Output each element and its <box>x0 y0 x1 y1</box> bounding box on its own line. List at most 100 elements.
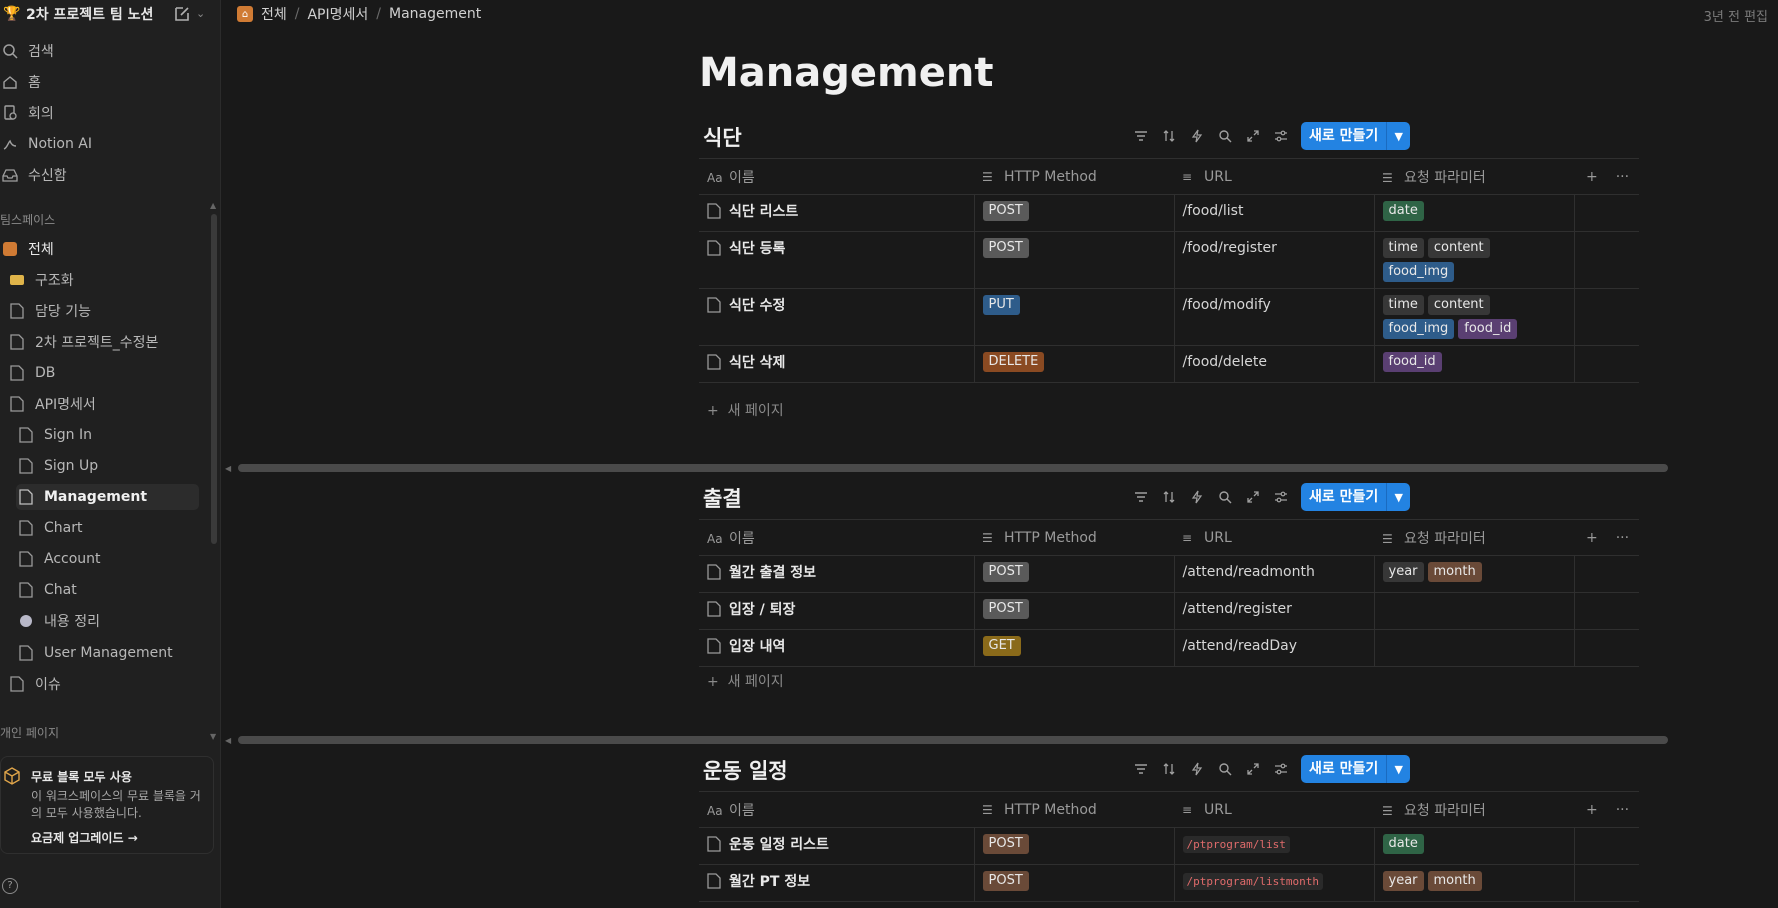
add-property-icon[interactable]: + <box>1586 169 1598 185</box>
param-tag[interactable]: food_img <box>1382 319 1455 339</box>
more-options-icon[interactable]: ··· <box>1616 530 1629 546</box>
cell-url[interactable]: /attend/register <box>1174 592 1375 630</box>
settings-icon[interactable] <box>1267 483 1295 511</box>
breadcrumb-root[interactable]: 전체 <box>261 4 287 24</box>
param-tag[interactable]: date <box>1382 201 1424 221</box>
row-title[interactable]: 식단 리스트 <box>707 201 966 221</box>
row-title[interactable]: 입장 내역 <box>707 636 966 656</box>
expand-icon[interactable] <box>1239 483 1267 511</box>
cell-method[interactable]: GET <box>974 629 1175 667</box>
database-title[interactable]: 출결 <box>703 483 742 513</box>
cell-url[interactable]: /ptprogram/listmonth <box>1174 864 1375 902</box>
column-header-params[interactable]: ☰ 요청 파라미터 <box>1374 158 1574 195</box>
table-row[interactable]: 운동 일정 리스트 POST/ptprogram/list date <box>699 827 1639 865</box>
cell-name[interactable]: 운동 일정 리스트 <box>699 827 975 865</box>
column-header-url[interactable]: ≡ URL <box>1174 158 1374 195</box>
cell-method[interactable]: POST <box>974 864 1175 902</box>
cell-params[interactable]: date <box>1374 194 1575 232</box>
column-header-method[interactable]: ☰ HTTP Method <box>974 791 1174 828</box>
row-title[interactable]: 식단 삭제 <box>707 352 966 372</box>
param-tag[interactable]: year <box>1382 562 1424 582</box>
sidebar-item-features[interactable]: 담당 기능 <box>7 298 207 324</box>
cell-params[interactable]: year month <box>1374 864 1575 902</box>
add-new-page[interactable]: + 새 페이지 <box>707 671 784 691</box>
database-title[interactable]: 운동 일정 <box>703 755 788 785</box>
database-title[interactable]: 식단 <box>703 122 742 152</box>
cell-url[interactable]: /attend/readDay <box>1174 629 1375 667</box>
cell-url[interactable]: /food/delete <box>1174 345 1375 383</box>
new-button[interactable]: 새로 만들기 <box>1301 755 1387 783</box>
sidebar-item-chart[interactable]: Chart <box>16 515 216 541</box>
table-row[interactable]: 월간 PT 정보 POST/ptprogram/listmonth year mont… <box>699 864 1639 902</box>
help-icon[interactable]: ? <box>2 878 18 894</box>
more-options-icon[interactable]: ··· <box>1616 802 1629 818</box>
column-header-params[interactable]: ☰ 요청 파라미터 <box>1374 791 1574 828</box>
cell-params[interactable] <box>1374 629 1575 667</box>
scroll-left-icon[interactable]: ◀ <box>225 464 231 473</box>
cell-url[interactable]: /attend/readmonth <box>1174 555 1375 593</box>
sidebar-item-management[interactable]: Management <box>16 484 199 510</box>
automation-icon[interactable] <box>1183 483 1211 511</box>
cell-params[interactable]: year month <box>1374 555 1575 593</box>
cell-method[interactable]: POST <box>974 194 1175 232</box>
breadcrumb-parent[interactable]: API명세서 <box>307 4 368 24</box>
sort-icon[interactable] <box>1155 122 1183 150</box>
column-header-name[interactable]: Aa 이름 <box>699 519 974 556</box>
column-header-url[interactable]: ≡ URL <box>1174 519 1374 556</box>
method-tag[interactable]: DELETE <box>982 352 1045 372</box>
param-tag[interactable]: time <box>1382 295 1424 315</box>
sidebar-item-issue[interactable]: 이슈 <box>7 671 207 697</box>
cell-name[interactable]: 입장 내역 <box>699 629 975 667</box>
row-title[interactable]: 식단 등록 <box>707 238 966 258</box>
param-tag[interactable]: date <box>1382 834 1424 854</box>
table-row[interactable]: 입장 내역 GET/attend/readDay <box>699 629 1639 667</box>
table-row[interactable]: 식단 등록 POST/food/register time content food_i… <box>699 231 1639 289</box>
column-header-method[interactable]: ☰ HTTP Method <box>974 519 1174 556</box>
nav-notion-ai[interactable]: Notion AI <box>0 131 200 157</box>
filter-icon[interactable] <box>1127 483 1155 511</box>
search-icon[interactable] <box>1211 122 1239 150</box>
chevron-down-icon[interactable]: ⌄ <box>196 4 212 24</box>
cell-url[interactable]: /food/register <box>1174 231 1375 289</box>
param-tag[interactable]: food_id <box>1382 352 1442 372</box>
settings-icon[interactable] <box>1267 122 1295 150</box>
add-property-icon[interactable]: + <box>1586 530 1598 546</box>
sort-icon[interactable] <box>1155 483 1183 511</box>
automation-icon[interactable] <box>1183 122 1211 150</box>
cell-method[interactable]: DELETE <box>974 345 1175 383</box>
sidebar-item-summary[interactable]: 내용 정리 <box>16 608 216 634</box>
scroll-up-icon[interactable]: ▲ <box>210 201 216 210</box>
sidebar-item-db[interactable]: DB <box>7 360 207 386</box>
param-tag[interactable]: time <box>1382 238 1424 258</box>
cell-params[interactable]: time content food_img <box>1374 231 1575 289</box>
row-title[interactable]: 월간 PT 정보 <box>707 871 966 891</box>
chevron-down-icon[interactable]: ▼ <box>1386 122 1411 150</box>
page-title[interactable]: Management <box>699 50 993 96</box>
param-tag[interactable]: year <box>1382 871 1424 891</box>
cell-name[interactable]: 월간 출결 정보 <box>699 555 975 593</box>
row-title[interactable]: 식단 수정 <box>707 295 966 315</box>
method-tag[interactable]: PUT <box>982 295 1020 315</box>
table-row[interactable]: 식단 삭제 DELETE/food/delete food_id <box>699 345 1639 383</box>
upgrade-link[interactable]: 요금제 업그레이드 → <box>31 829 138 846</box>
scroll-down-icon[interactable]: ▼ <box>210 732 216 741</box>
last-edited[interactable]: 3년 전 편집 <box>1704 6 1768 25</box>
nav-meetings[interactable]: 회의 <box>0 100 200 126</box>
cell-params[interactable]: food_id <box>1374 345 1575 383</box>
search-icon[interactable] <box>1211 755 1239 783</box>
cell-method[interactable]: POST <box>974 592 1175 630</box>
horizontal-scrollbar[interactable] <box>238 464 1668 472</box>
method-tag[interactable]: GET <box>982 636 1021 656</box>
cell-url[interactable]: /food/modify <box>1174 288 1375 346</box>
param-tag[interactable]: month <box>1427 871 1482 891</box>
table-row[interactable]: 식단 수정 PUT/food/modify time content food_img f… <box>699 288 1639 346</box>
filter-icon[interactable] <box>1127 122 1155 150</box>
new-button[interactable]: 새로 만들기 <box>1301 122 1387 150</box>
sidebar-item-chat[interactable]: Chat <box>16 577 216 603</box>
column-header-url[interactable]: ≡ URL <box>1174 791 1374 828</box>
param-tag[interactable]: content <box>1427 238 1490 258</box>
param-tag[interactable]: month <box>1427 562 1482 582</box>
column-header-name[interactable]: Aa 이름 <box>699 158 974 195</box>
cell-url[interactable]: /food/list <box>1174 194 1375 232</box>
sidebar-item-account[interactable]: Account <box>16 546 216 572</box>
